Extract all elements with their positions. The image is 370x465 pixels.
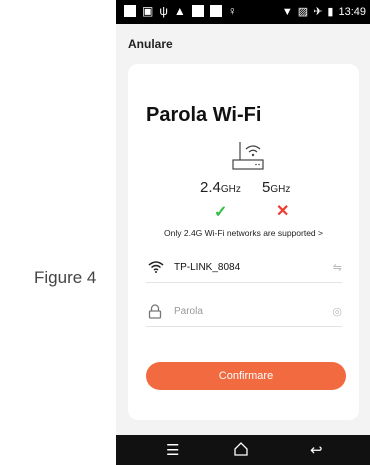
band-5-unit: GHz (270, 184, 291, 195)
figure-caption: Figure 4 (34, 268, 97, 287)
cancel-button[interactable]: Anulare (128, 37, 173, 51)
status-bar: ▣ ψ ▲ ♀ ▼ ▨ ✈ ▮ 13:49 (116, 0, 370, 24)
location-icon: ♀ (227, 4, 237, 18)
band-5ghz: 5GHz (262, 179, 290, 196)
notification-square-icon (124, 5, 136, 17)
password-placeholder: Parola (174, 306, 203, 317)
cross-icon: ✕ (276, 203, 290, 220)
wifi-ssid: TP-LINK_8084 (174, 262, 241, 273)
airplane-icon: ✈ (313, 6, 323, 18)
check-icon: ✓ (214, 204, 228, 221)
eye-icon[interactable]: ◎ (332, 305, 342, 318)
notification-square-icon (191, 5, 204, 17)
wifi-password-card: Parola Wi-Fi 2.4GHz 5GHz ✓ ✕ Only 2.4G W… (128, 64, 359, 420)
frequency-bands: 2.4GHz 5GHz ✓ ✕ (200, 179, 310, 221)
band-2-4-unit: GHz (220, 184, 241, 195)
supported-networks-link[interactable]: Only 2.4G Wi-Fi networks are supported > (128, 228, 359, 238)
wifi-signal-icon: ▼ (281, 5, 293, 18)
status-right-icons: ▼ ▨ ✈ ▮ 13:49 (281, 5, 366, 19)
confirm-button[interactable]: Confirmare (146, 362, 346, 390)
notification-square-icon (209, 5, 222, 17)
page-title: Parola Wi-Fi (146, 104, 262, 126)
battery-icon: ▮ (327, 6, 334, 18)
band-2-4-number: 2.4 (200, 179, 221, 196)
menu-icon[interactable]: ☰ (166, 441, 179, 459)
gallery-icon: ▣ (142, 4, 154, 18)
top-bar: Anulare (116, 24, 370, 62)
warning-icon: ▲ (173, 4, 186, 18)
navigation-bar: ☰ ↩ (116, 435, 370, 465)
no-sim-icon: ▨ (297, 6, 309, 18)
phone-screen: ▣ ψ ▲ ♀ ▼ ▨ ✈ ▮ 13:49 Anulare Parola Wi-… (116, 0, 370, 465)
swap-arrows-icon[interactable]: ⇋ (333, 261, 342, 274)
band-2-4ghz: 2.4GHz (200, 179, 241, 196)
status-time: 13:49 (338, 5, 366, 18)
home-icon[interactable] (233, 441, 249, 457)
password-field[interactable]: Parola ◎ (146, 296, 342, 327)
router-wifi-icon (232, 142, 264, 170)
wifi-network-row[interactable]: TP-LINK_8084 ⇋ (146, 252, 342, 283)
usb-icon: ψ (159, 4, 168, 18)
lock-icon (148, 304, 162, 319)
wifi-icon (148, 261, 164, 273)
status-left-icons: ▣ ψ ▲ ♀ (124, 4, 237, 18)
back-icon[interactable]: ↩ (310, 441, 323, 459)
